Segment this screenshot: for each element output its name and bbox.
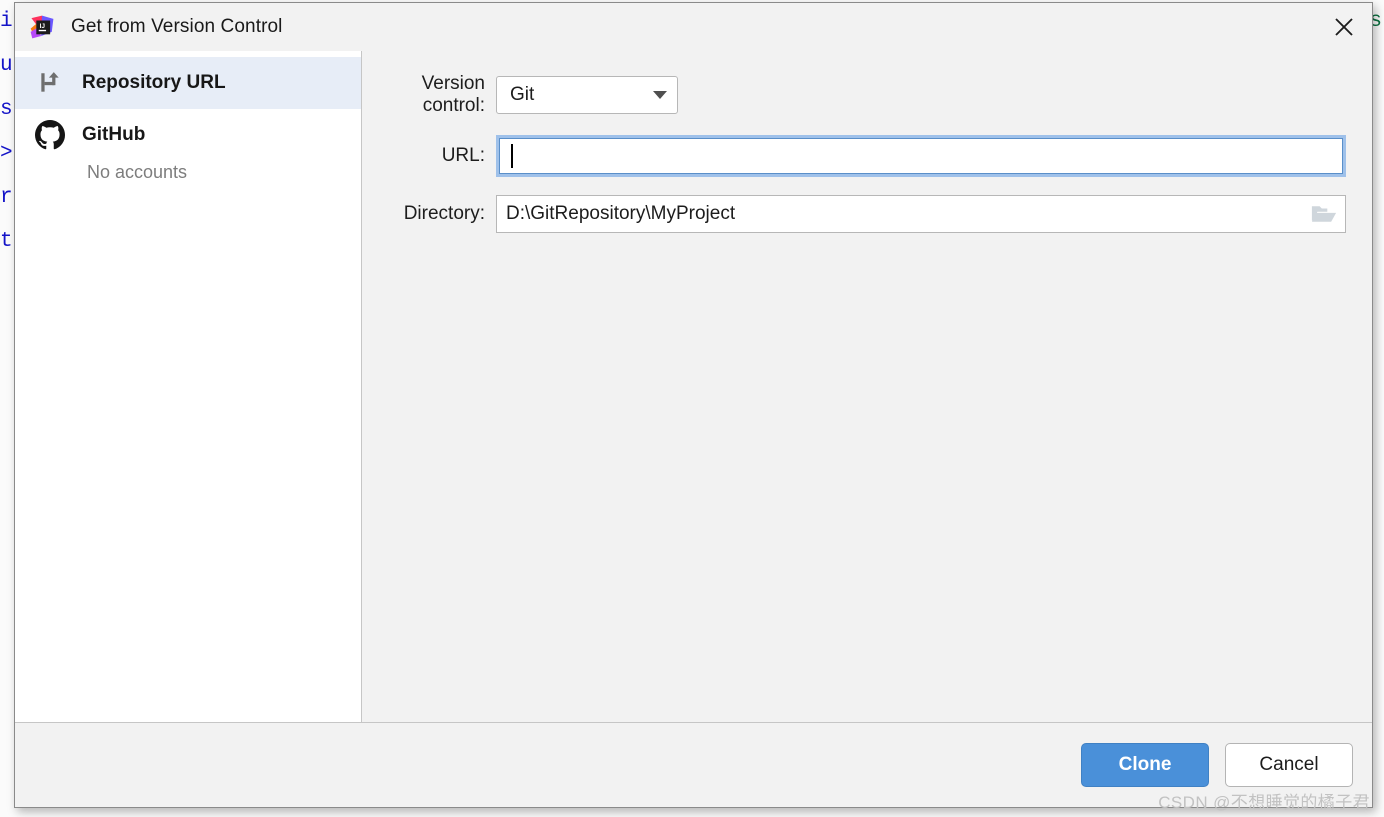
url-row: URL: — [384, 135, 1346, 177]
sidebar-item-label: GitHub — [82, 124, 146, 145]
url-label: URL: — [441, 145, 485, 166]
folder-open-icon[interactable] — [1309, 202, 1339, 226]
github-icon — [33, 118, 67, 152]
cancel-button[interactable]: Cancel — [1225, 743, 1353, 787]
get-from-version-control-dialog: IJ Get from Version Control Repository U… — [14, 2, 1373, 808]
close-icon[interactable] — [1316, 3, 1372, 51]
directory-label: Directory: — [403, 203, 485, 224]
directory-input[interactable]: D:\GitRepository\MyProject — [496, 195, 1346, 233]
dialog-title: Get from Version Control — [71, 16, 283, 37]
github-accounts-status: No accounts — [87, 162, 188, 182]
intellij-idea-icon: IJ — [29, 14, 55, 40]
version-control-label: Version control: — [421, 73, 485, 116]
url-input[interactable] — [496, 135, 1346, 177]
vcs-branch-icon — [33, 66, 67, 100]
watermark: CSDN @不想睡觉的橘子君 — [1158, 793, 1370, 812]
version-control-select[interactable]: Git — [496, 76, 678, 114]
chevron-down-icon — [653, 91, 667, 99]
text-caret — [511, 144, 513, 168]
dialog-body: Repository URL GitHub No accounts Versio… — [15, 51, 1372, 723]
version-control-value: Git — [510, 84, 535, 105]
dialog-content: Version control: Git URL: Directory: D:\… — [362, 51, 1372, 722]
sidebar-item-github[interactable]: GitHub — [15, 109, 361, 161]
sidebar-item-label: Repository URL — [82, 72, 226, 93]
svg-text:IJ: IJ — [40, 23, 46, 30]
dialog-titlebar: IJ Get from Version Control — [15, 3, 1372, 51]
version-control-row: Version control: Git — [384, 73, 1346, 117]
directory-row: Directory: D:\GitRepository\MyProject — [384, 195, 1346, 233]
clone-button[interactable]: Clone — [1081, 743, 1209, 787]
directory-input-value: D:\GitRepository\MyProject — [506, 203, 736, 224]
sidebar-item-repository-url[interactable]: Repository URL — [15, 57, 361, 109]
sidebar: Repository URL GitHub No accounts — [15, 51, 362, 722]
